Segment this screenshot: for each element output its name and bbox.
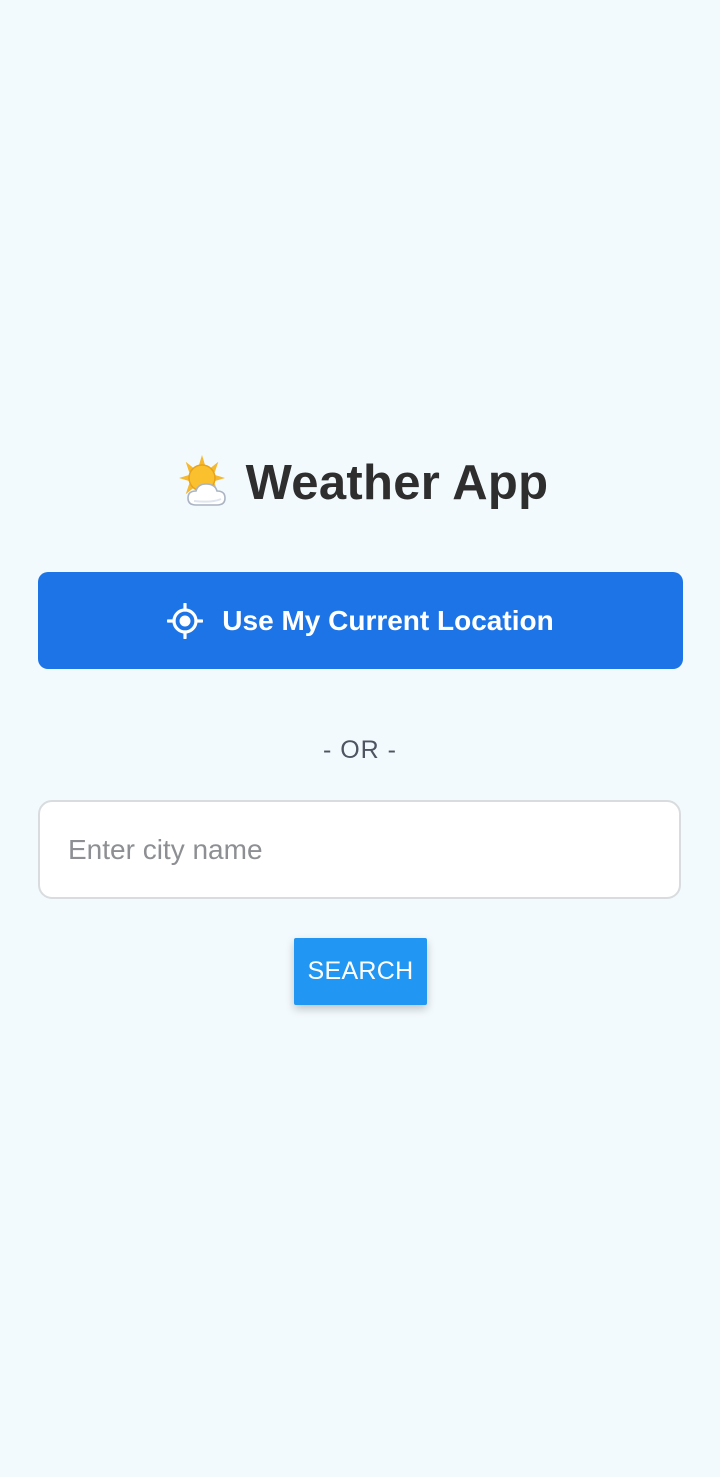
use-current-location-label: Use My Current Location xyxy=(222,604,554,636)
page-title: Weather App xyxy=(245,456,549,510)
city-search-input[interactable] xyxy=(38,800,681,899)
app-header: Weather App xyxy=(0,448,720,518)
use-current-location-button[interactable]: Use My Current Location xyxy=(38,572,683,669)
or-divider: - OR - xyxy=(322,736,398,764)
sun-behind-cloud-icon xyxy=(178,455,226,506)
search-button[interactable]: SEARCH xyxy=(294,938,427,1005)
target-icon xyxy=(167,602,204,639)
